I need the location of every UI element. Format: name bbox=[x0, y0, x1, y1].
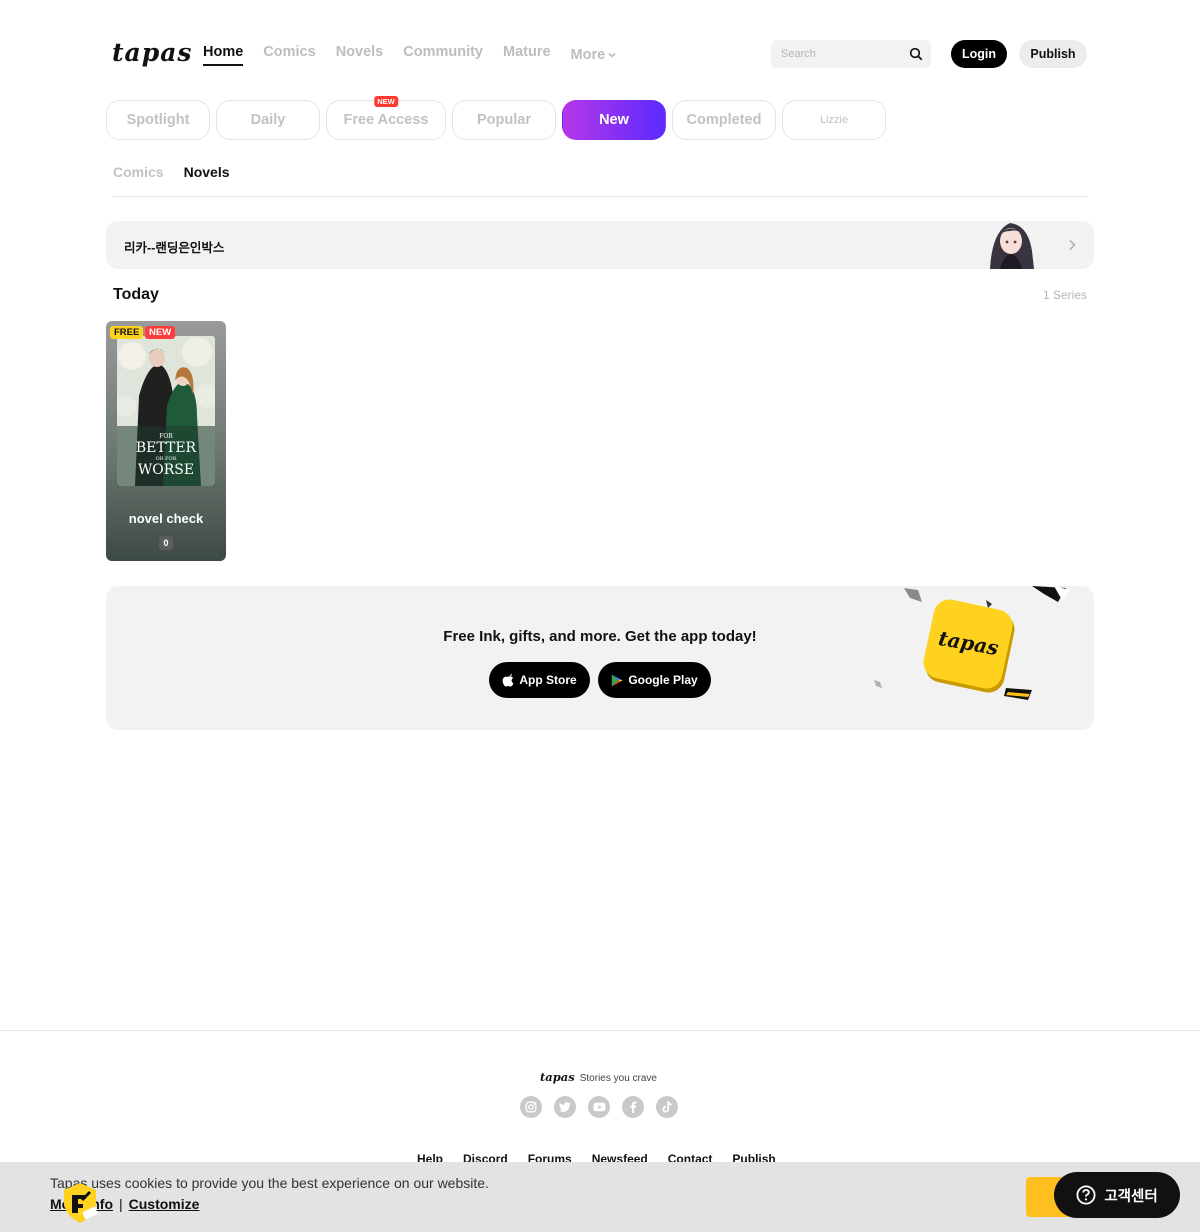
social-links bbox=[520, 1096, 678, 1118]
cover-image: FOR BETTER OR FOR WORSE bbox=[117, 336, 215, 486]
tab-daily[interactable]: Daily bbox=[216, 100, 320, 140]
divider bbox=[113, 196, 1087, 197]
tab-free-access-label: Free Access bbox=[343, 112, 429, 128]
free-badge: FREE bbox=[110, 326, 144, 339]
youtube-icon[interactable] bbox=[588, 1096, 610, 1118]
page: tapas Home Comics Novels Community Matur… bbox=[0, 0, 1200, 1232]
tab-completed[interactable]: Completed bbox=[672, 100, 776, 140]
character-illustration bbox=[990, 223, 1034, 269]
google-play-icon bbox=[612, 674, 623, 686]
facebook-icon[interactable] bbox=[622, 1096, 644, 1118]
section-heading: Today bbox=[113, 286, 159, 303]
footer-brand[interactable]: tapas bbox=[540, 1070, 575, 1084]
footer-logo: tapas Stories you crave bbox=[540, 1070, 657, 1084]
customize-link[interactable]: Customize bbox=[129, 1196, 200, 1212]
google-play-button[interactable]: Google Play bbox=[598, 662, 711, 698]
instagram-icon[interactable] bbox=[520, 1096, 542, 1118]
tab-free-access[interactable]: NEW Free Access bbox=[326, 96, 446, 140]
search-input[interactable] bbox=[771, 40, 896, 68]
customer-support-label: 고객센터 bbox=[1104, 1188, 1158, 1205]
nav-home[interactable]: Home bbox=[203, 44, 244, 66]
tab-new[interactable]: New bbox=[562, 100, 666, 140]
header: tapas Home Comics Novels Community Matur… bbox=[0, 0, 1200, 90]
cookie-separator: | bbox=[119, 1196, 123, 1212]
publish-button[interactable]: Publish bbox=[1019, 40, 1087, 68]
tapas-logo[interactable]: tapas bbox=[112, 38, 193, 67]
google-play-label: Google Play bbox=[628, 673, 698, 687]
tab-lizzie-label: Lizzie bbox=[819, 114, 849, 126]
nav-mature[interactable]: Mature bbox=[503, 44, 551, 66]
tab-popular[interactable]: Popular bbox=[452, 100, 556, 140]
series-title: novel check bbox=[128, 511, 204, 526]
cover-title-line2: BETTER bbox=[136, 440, 197, 456]
nav-community[interactable]: Community bbox=[403, 44, 483, 66]
nav-more[interactable]: More bbox=[571, 44, 617, 66]
nav-more-label: More bbox=[570, 47, 606, 63]
sub-tabs: Comics Novels bbox=[113, 164, 230, 180]
twitter-icon[interactable] bbox=[554, 1096, 576, 1118]
tab-lizzie[interactable]: Lizzie bbox=[782, 100, 886, 140]
cover-title-line1: FOR bbox=[159, 433, 173, 440]
search-box bbox=[771, 40, 931, 68]
apple-icon bbox=[502, 673, 514, 687]
tiktok-icon[interactable] bbox=[656, 1096, 678, 1118]
tab-spotlight[interactable]: Spotlight bbox=[106, 100, 210, 140]
subtab-comics[interactable]: Comics bbox=[113, 164, 164, 180]
banner-text: 리카--랜딩은인박스 bbox=[124, 241, 225, 255]
footer-divider bbox=[0, 1030, 1200, 1031]
chevron-down-icon bbox=[608, 52, 616, 58]
customer-support-button[interactable]: 고객센터 bbox=[1054, 1172, 1180, 1218]
nav-novels[interactable]: Novels bbox=[336, 44, 384, 66]
web-app-badge-icon[interactable] bbox=[60, 1182, 100, 1224]
chevron-right-icon bbox=[1069, 239, 1076, 251]
promo-banner[interactable]: 리카--랜딩은인박스 bbox=[106, 221, 1094, 269]
cover-title-line4: WORSE bbox=[138, 462, 194, 478]
app-store-label: App Store bbox=[519, 673, 577, 687]
new-badge: NEW bbox=[145, 326, 176, 339]
new-badge: NEW bbox=[374, 96, 398, 107]
help-icon bbox=[1076, 1185, 1096, 1205]
search-icon[interactable] bbox=[909, 47, 923, 61]
app-store-button[interactable]: App Store bbox=[489, 662, 590, 698]
series-count: 1 Series bbox=[1042, 288, 1087, 302]
footer-tagline: Stories you crave bbox=[579, 1073, 657, 1084]
episode-count: 0 bbox=[159, 536, 173, 550]
cookie-banner: Tapas uses cookies to provide you the be… bbox=[0, 1162, 1200, 1232]
series-card[interactable]: FOR BETTER OR FOR WORSE FREE NEW novel c… bbox=[106, 321, 226, 561]
app-promo: Free Ink, gifts, and more. Get the app t… bbox=[106, 586, 1094, 730]
tapas-app-illustration: tapas bbox=[874, 586, 1070, 700]
login-button[interactable]: Login bbox=[951, 40, 1007, 68]
main-nav: Home Comics Novels Community Mature More bbox=[203, 44, 616, 66]
subtab-novels[interactable]: Novels bbox=[184, 164, 230, 180]
cookie-text: Tapas uses cookies to provide you the be… bbox=[50, 1175, 489, 1191]
nav-comics[interactable]: Comics bbox=[263, 44, 315, 66]
